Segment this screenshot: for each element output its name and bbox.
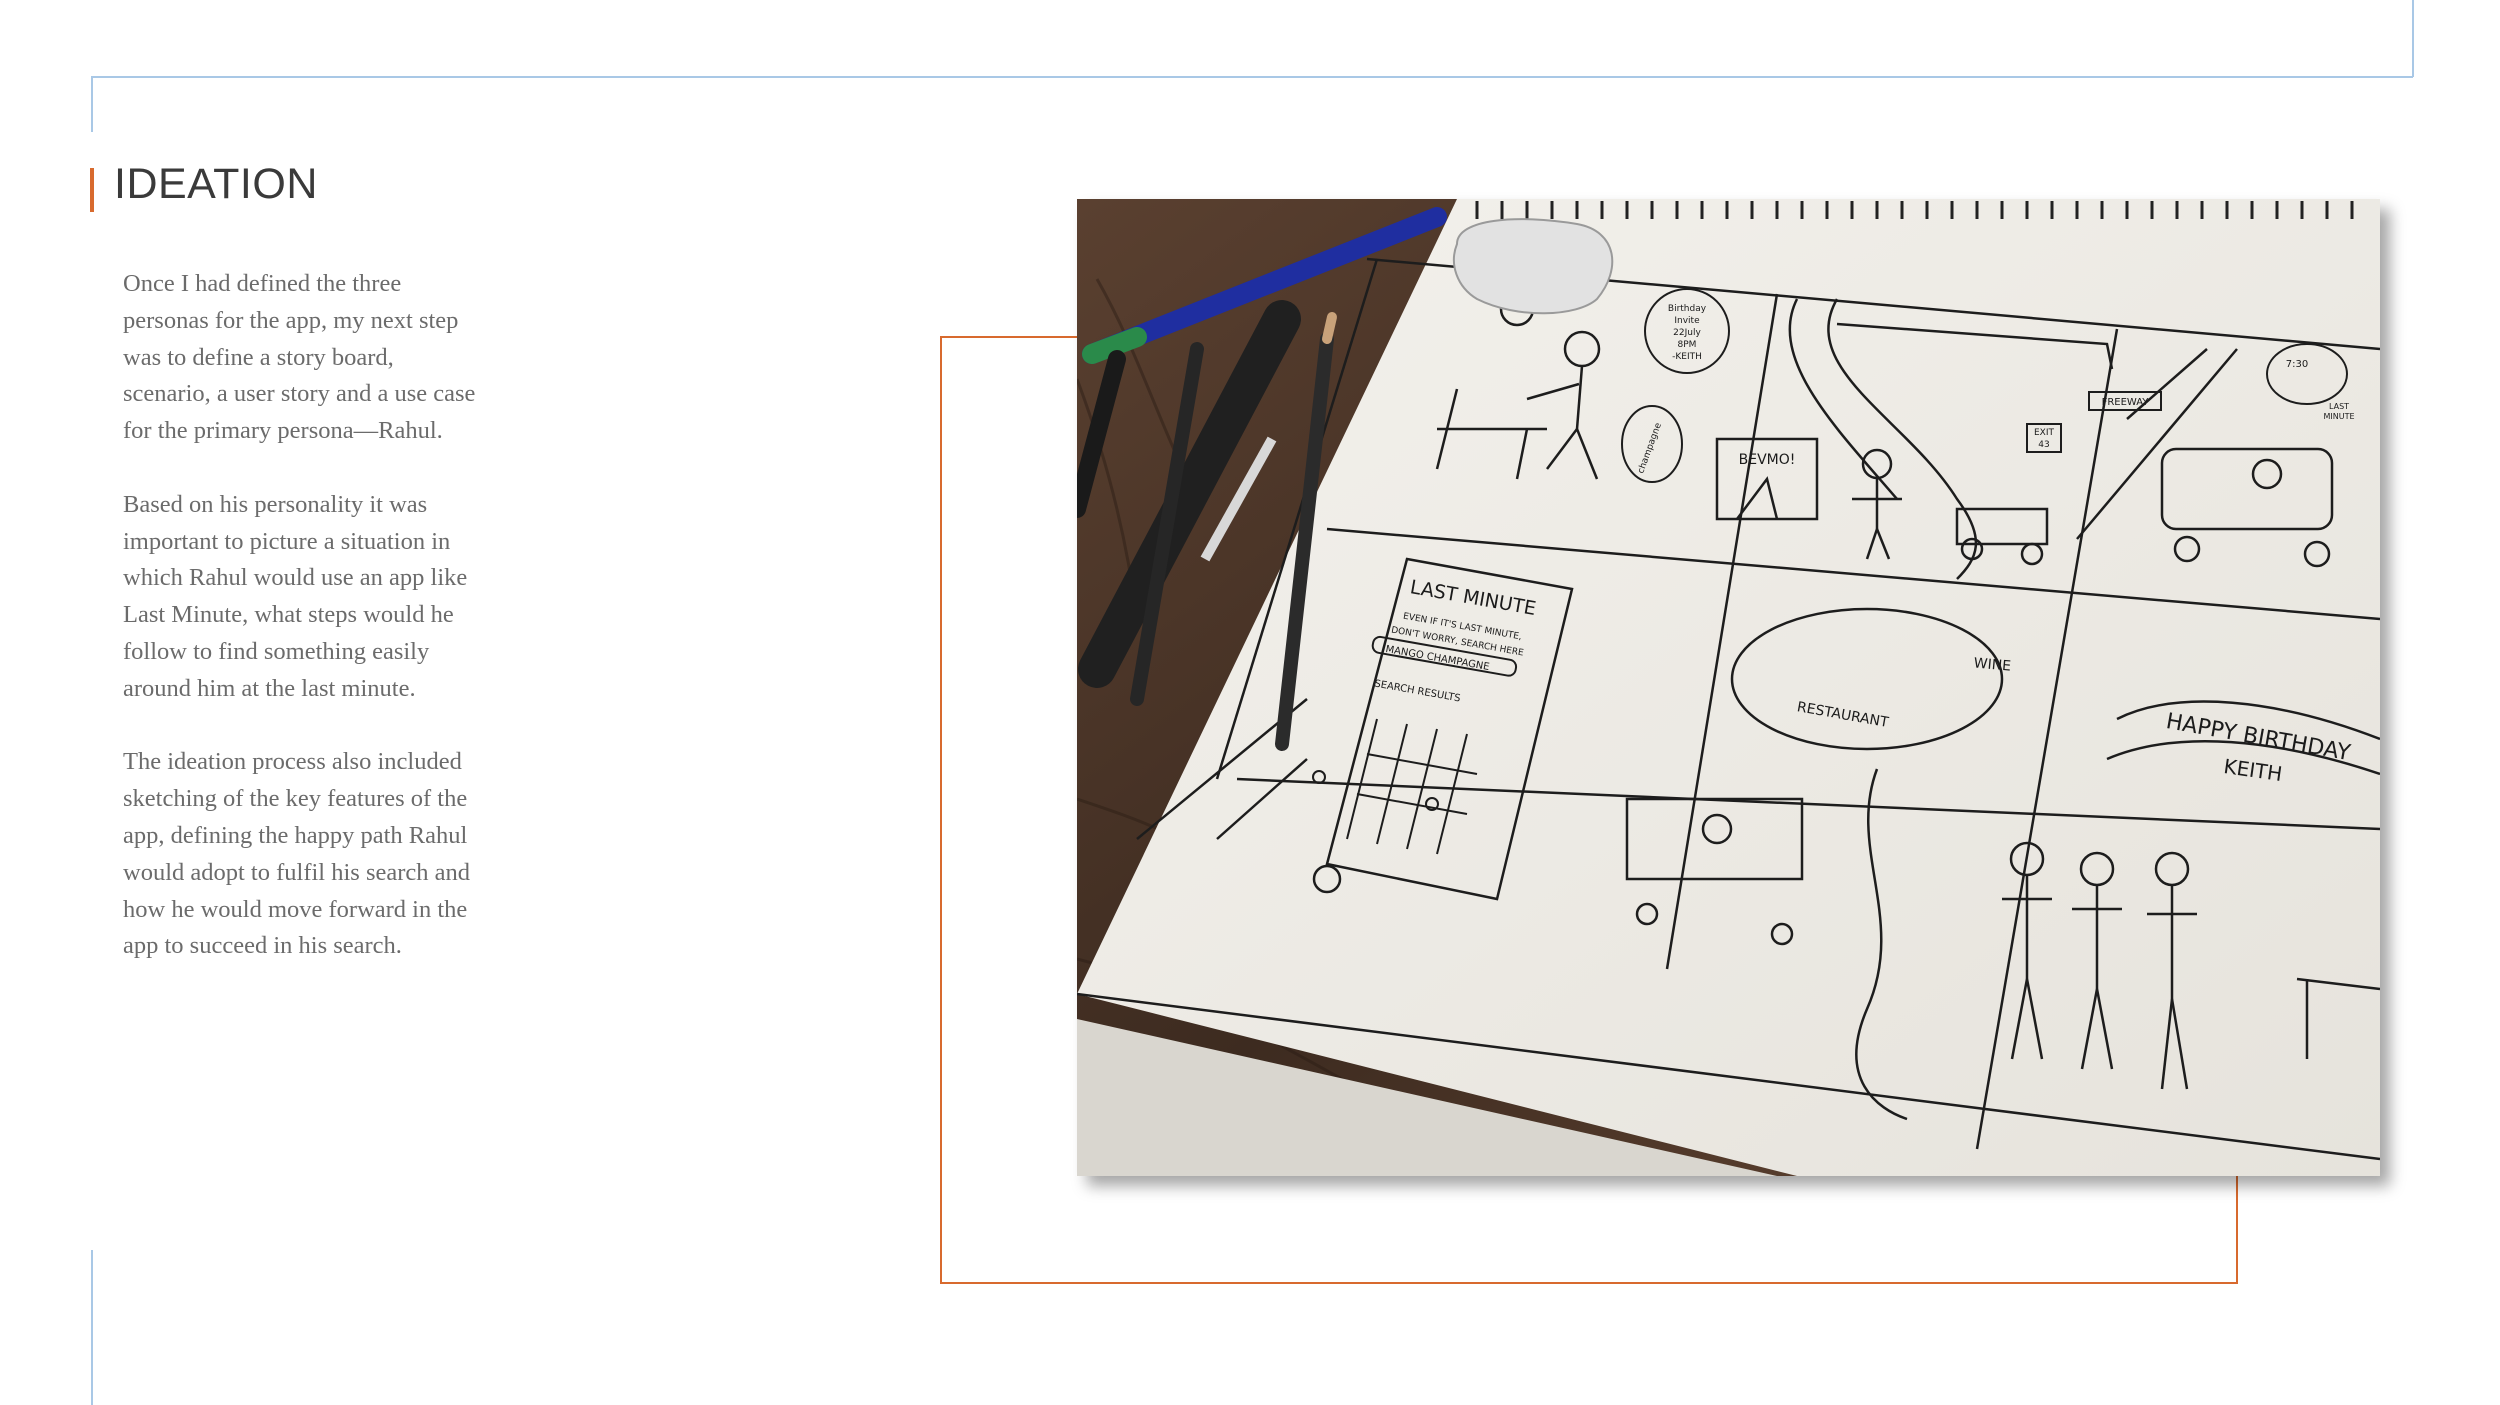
svg-text:LAST: LAST xyxy=(2329,402,2349,411)
body-text: Once I had defined the three personas fo… xyxy=(123,266,483,1002)
paragraph-situation: Based on his personality it was importan… xyxy=(123,490,468,702)
frame-bottom-left-line xyxy=(91,1250,93,1405)
wine-label: WINE xyxy=(1973,655,2012,674)
svg-text:FREEWAY: FREEWAY xyxy=(2102,397,2150,408)
svg-text:MINUTE: MINUTE xyxy=(2323,412,2354,421)
svg-text:Invite: Invite xyxy=(1674,316,1700,326)
bevmo-sign: BEVMO! xyxy=(1739,452,1796,468)
storyboard-photo: Birthday Invite 22July 8PM -KEITH champa… xyxy=(1077,199,2380,1176)
heading-accent-bar xyxy=(90,168,94,212)
frame-top-line xyxy=(91,76,2413,78)
paragraph-personas: Once I had defined the three personas fo… xyxy=(123,270,476,445)
svg-text:EXIT: EXIT xyxy=(2034,428,2055,438)
svg-text:7:30: 7:30 xyxy=(2286,359,2308,370)
page-title: IDEATION xyxy=(114,160,318,208)
paragraph-process: The ideation process also included sketc… xyxy=(123,748,471,960)
svg-text:8PM: 8PM xyxy=(1678,340,1697,350)
svg-text:Birthday: Birthday xyxy=(1668,304,1707,314)
frame-top-right-line xyxy=(2412,0,2414,77)
frame-top-left-line xyxy=(91,76,93,132)
svg-text:43: 43 xyxy=(2038,440,2049,450)
svg-text:-KEITH: -KEITH xyxy=(1672,352,1702,362)
storyboard-sketch: Birthday Invite 22July 8PM -KEITH champa… xyxy=(1077,199,2380,1176)
eraser xyxy=(1452,218,1614,315)
svg-text:22July: 22July xyxy=(1673,328,1701,338)
